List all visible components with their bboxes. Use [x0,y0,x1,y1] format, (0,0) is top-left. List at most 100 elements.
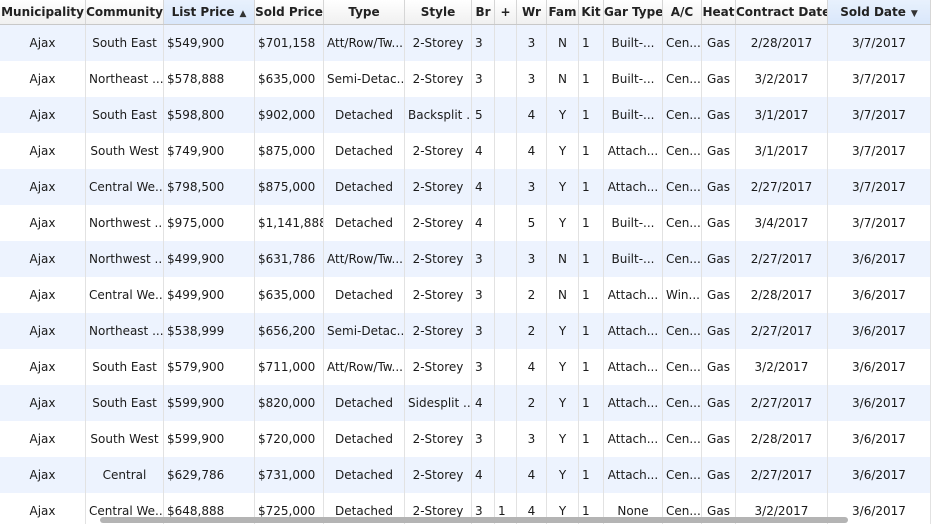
cell-sold-price: $656,200 [255,313,324,349]
cell-plus [495,205,517,241]
cell-kit: 1 [579,169,604,205]
column-header-br[interactable]: Br [472,0,495,24]
column-header-plus[interactable]: + [495,0,517,24]
cell-list-price: $975,000 [164,205,255,241]
cell-sold-date: 3/6/2017 [828,457,931,493]
cell-fam: Y [547,421,579,457]
cell-gar-type: Attach... [604,133,663,169]
cell-list-price: $499,900 [164,241,255,277]
cell-sold-price: $875,000 [255,133,324,169]
cell-style: 2-Storey [405,169,472,205]
cell-br: 3 [472,277,495,313]
cell-heat: Gas [702,421,736,457]
cell-style: 2-Storey [405,205,472,241]
cell-kit: 1 [579,61,604,97]
cell-contract-date: 3/2/2017 [736,349,828,385]
column-header-list-price[interactable]: List Price ▲ [164,0,255,24]
table-row[interactable]: Ajax South West $599,900 $720,000 Detached 2-… [0,421,931,457]
cell-kit: 1 [579,97,604,133]
column-header-style[interactable]: Style [405,0,472,24]
cell-ac: Cen... [663,457,702,493]
table-row[interactable]: Ajax Central We... $499,900 $635,000 Detache… [0,277,931,313]
column-header-heat[interactable]: Heat [702,0,736,24]
table-row[interactable]: Ajax Central We... $798,500 $875,000 Detache… [0,169,931,205]
table-row[interactable]: Ajax Northwest ... $975,000 $1,141,888 Detac… [0,205,931,241]
column-header-wr[interactable]: Wr [517,0,547,24]
cell-contract-date: 3/4/2017 [736,205,828,241]
cell-heat: Gas [702,349,736,385]
column-header-label: Gar Type [604,5,663,19]
cell-sold-date: 3/6/2017 [828,277,931,313]
cell-contract-date: 2/28/2017 [736,277,828,313]
column-header-municipality[interactable]: Municipality [0,0,86,24]
cell-list-price: $499,900 [164,277,255,313]
cell-kit: 1 [579,349,604,385]
cell-sold-date: 3/6/2017 [828,349,931,385]
cell-plus [495,349,517,385]
column-header-fam[interactable]: Fam [547,0,579,24]
cell-plus [495,457,517,493]
cell-wr: 3 [517,25,547,61]
cell-municipality: Ajax [0,349,86,385]
cell-gar-type: Attach... [604,385,663,421]
table-row[interactable]: Ajax South East $549,900 $701,158 Att/Row/Tw… [0,25,931,61]
cell-sold-date: 3/7/2017 [828,25,931,61]
cell-community: South East [86,349,164,385]
table-row[interactable]: Ajax South East $579,900 $711,000 Att/Row/Tw… [0,349,931,385]
cell-type: Semi-Detac... [324,313,405,349]
table-row[interactable]: Ajax Northeast ... $538,999 $656,200 Semi-De… [0,313,931,349]
cell-gar-type: Built-... [604,97,663,133]
cell-style: 2-Storey [405,277,472,313]
cell-sold-date: 3/6/2017 [828,385,931,421]
cell-municipality: Ajax [0,97,86,133]
cell-wr: 4 [517,97,547,133]
cell-ac: Cen... [663,385,702,421]
cell-br: 4 [472,133,495,169]
column-header-type[interactable]: Type [324,0,405,24]
cell-community: Central We... [86,277,164,313]
cell-kit: 1 [579,385,604,421]
cell-plus [495,169,517,205]
table-row[interactable]: Ajax Northwest ... $499,900 $631,786 Att/Row… [0,241,931,277]
table-row[interactable]: Ajax South East $598,800 $902,000 Detached Ba… [0,97,931,133]
cell-gar-type: Attach... [604,349,663,385]
cell-municipality: Ajax [0,241,86,277]
table-row[interactable]: Ajax Northeast ... $578,888 $635,000 Semi-De… [0,61,931,97]
cell-gar-type: Attach... [604,421,663,457]
cell-wr: 3 [517,61,547,97]
cell-fam: Y [547,97,579,133]
cell-municipality: Ajax [0,61,86,97]
cell-style: Sidesplit ... [405,385,472,421]
table-row[interactable]: Ajax South East $599,900 $820,000 Detached Si… [0,385,931,421]
cell-wr: 2 [517,385,547,421]
column-header-sold-price[interactable]: Sold Price [255,0,324,24]
cell-sold-price: $1,141,888 [255,205,324,241]
cell-sold-date: 3/6/2017 [828,241,931,277]
cell-wr: 2 [517,313,547,349]
column-header-sold-date[interactable]: Sold Date ▼ [828,0,931,24]
cell-br: 4 [472,169,495,205]
column-header-contract-date[interactable]: Contract Date [736,0,828,24]
cell-plus [495,277,517,313]
cell-contract-date: 2/28/2017 [736,25,828,61]
cell-community: Northwest ... [86,205,164,241]
horizontal-scrollbar[interactable] [100,517,848,523]
table-row[interactable]: Ajax South West $749,900 $875,000 Detached 2-… [0,133,931,169]
cell-municipality: Ajax [0,133,86,169]
cell-type: Semi-Detac... [324,61,405,97]
cell-sold-date: 3/7/2017 [828,61,931,97]
cell-plus [495,385,517,421]
cell-sold-price: $701,158 [255,25,324,61]
column-header-community[interactable]: Community [86,0,164,24]
table-row[interactable]: Ajax Central $629,786 $731,000 Detached 2-Sto… [0,457,931,493]
cell-plus [495,313,517,349]
cell-ac: Cen... [663,97,702,133]
cell-wr: 4 [517,349,547,385]
cell-ac: Cen... [663,349,702,385]
cell-sold-date: 3/6/2017 [828,421,931,457]
cell-fam: Y [547,313,579,349]
column-header-gar-type[interactable]: Gar Type [604,0,663,24]
column-header-label: Municipality [1,5,84,19]
column-header-ac[interactable]: A/C [663,0,702,24]
column-header-kit[interactable]: Kit [579,0,604,24]
